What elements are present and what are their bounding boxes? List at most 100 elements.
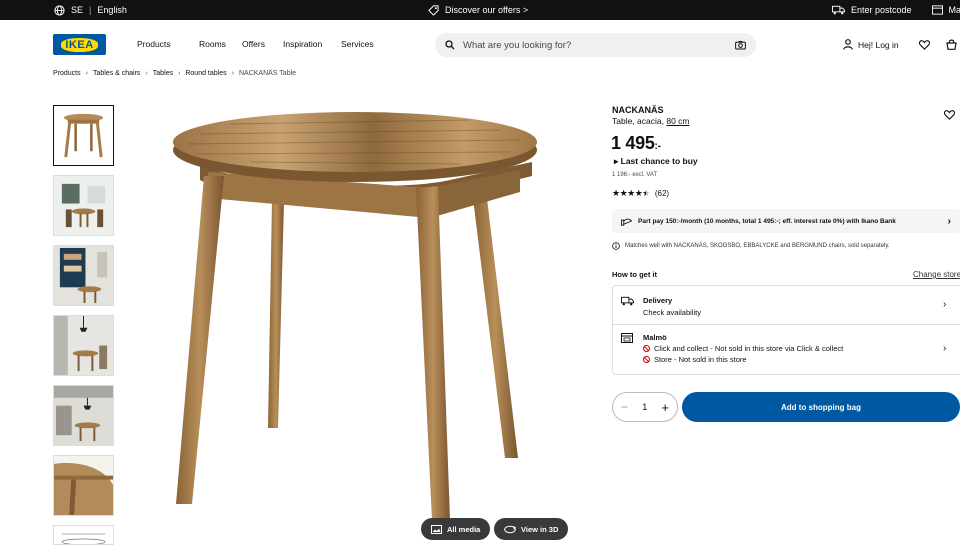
part-pay-chevron-icon: › xyxy=(947,215,951,227)
ikea-logo[interactable]: IKEA xyxy=(53,34,106,55)
unavailable-icon xyxy=(643,356,650,363)
decrease-quantity-button[interactable]: − xyxy=(621,400,628,414)
room-thumb-image xyxy=(54,386,113,445)
review-count: (62) xyxy=(654,189,670,198)
breadcrumb-round-tables[interactable]: Round tables xyxy=(185,70,226,77)
star-rating-icon: ★★★★★ xyxy=(612,188,650,198)
room-thumb-image xyxy=(54,176,113,235)
change-store-link[interactable]: Change store xyxy=(913,270,960,279)
breadcrumb-tables-chairs[interactable]: Tables & chairs xyxy=(93,70,140,77)
all-media-label: All media xyxy=(447,524,481,534)
delivery-title: Delivery xyxy=(643,296,673,305)
breadcrumb: Products › Tables & chairs › Tables › Round… xyxy=(53,70,296,77)
view-3d-button[interactable]: View in 3D xyxy=(494,518,569,540)
delivery-row[interactable]: Delivery Check availability › xyxy=(613,286,960,325)
view-3d-label: View in 3D xyxy=(521,524,559,534)
increase-quantity-button[interactable]: + xyxy=(661,400,669,415)
user-icon xyxy=(843,39,853,50)
all-media-button[interactable]: All media xyxy=(421,518,491,540)
product-type: Table, acacia, xyxy=(612,116,667,126)
thumbnail-detail[interactable] xyxy=(53,455,114,516)
bag-icon[interactable] xyxy=(945,39,957,50)
quantity-value: 1 xyxy=(642,402,648,412)
product-price: 1 495:- xyxy=(611,133,661,154)
info-icon xyxy=(612,242,620,250)
dimension-thumb-image xyxy=(61,533,106,544)
offers-link[interactable]: Discover our offers > xyxy=(428,0,528,20)
nav-inspiration[interactable]: Inspiration xyxy=(283,39,341,49)
nav-services[interactable]: Services xyxy=(341,39,374,49)
last-chance-label: ▸ Last chance to buy xyxy=(614,156,698,166)
store-icon xyxy=(621,333,633,343)
country-code: SE xyxy=(71,5,84,15)
camera-icon[interactable] xyxy=(735,40,746,50)
click-collect-status: Click and collect - Not sold in this sto… xyxy=(643,344,843,353)
part-pay-text: Part pay 150:-/month (10 months, total 1… xyxy=(638,217,896,225)
breadcrumb-chevron-icon: › xyxy=(145,70,148,77)
price-value: 1 495 xyxy=(611,133,655,153)
nav-offers[interactable]: Offers xyxy=(242,39,283,49)
main-product-image[interactable] xyxy=(160,100,580,530)
quantity-stepper[interactable]: − 1 + xyxy=(612,392,678,422)
delivery-chevron-icon: › xyxy=(943,299,947,310)
postcode-link[interactable]: Enter postcode Malmö xyxy=(832,0,960,20)
store-chevron-icon: › xyxy=(943,343,947,354)
thumbnail-room-3[interactable] xyxy=(53,315,114,376)
wood-detail-thumb-image xyxy=(54,456,113,515)
heart-icon[interactable] xyxy=(918,39,930,50)
store-row[interactable]: Malmö Click and collect - Not sold in th… xyxy=(613,325,960,376)
thumbnail-room-4[interactable] xyxy=(53,385,114,446)
search-icon xyxy=(445,40,455,50)
payment-hand-icon xyxy=(621,218,632,226)
truck-icon xyxy=(832,5,845,15)
product-name: NACKANÄS xyxy=(612,105,664,115)
room-thumb-image xyxy=(54,246,113,305)
search-input[interactable]: What are you looking for? xyxy=(435,33,756,57)
top-bar: SE | English Discover our offers > Enter… xyxy=(0,0,960,20)
store-label: Malmö xyxy=(948,5,960,15)
table-image xyxy=(173,112,537,520)
truck-icon xyxy=(621,296,634,306)
product-size-link[interactable]: 80 cm xyxy=(666,116,689,126)
table-thumb-image xyxy=(63,113,104,158)
matches-text: Matches well with NACKANÄS, SKOGSBO, EBB… xyxy=(625,243,890,249)
product-rating[interactable]: ★★★★★ (62) xyxy=(612,188,669,199)
main-nav: Products Rooms Offers Inspiration Servic… xyxy=(137,39,374,49)
thumbnail-room-1[interactable] xyxy=(53,175,114,236)
offers-label: Discover our offers > xyxy=(445,5,529,15)
language-label: English xyxy=(97,5,127,15)
tag-icon xyxy=(428,4,439,16)
nav-rooms[interactable]: Rooms xyxy=(199,39,242,49)
breadcrumb-tables[interactable]: Tables xyxy=(153,70,173,77)
nav-products[interactable]: Products xyxy=(137,39,199,49)
part-pay-banner[interactable]: Part pay 150:-/month (10 months, total 1… xyxy=(612,209,960,233)
search-placeholder: What are you looking for? xyxy=(463,39,572,51)
product-description: Table, acacia, 80 cm xyxy=(612,116,690,126)
click-collect-text: Click and collect - Not sold in this sto… xyxy=(654,344,844,353)
how-to-get-it-heading: How to get it xyxy=(612,270,657,279)
header-actions: Hej! Log in xyxy=(843,39,957,50)
store-title: Malmö xyxy=(643,333,667,342)
thumbnail-product[interactable] xyxy=(53,105,114,166)
breadcrumb-products[interactable]: Products xyxy=(53,70,81,77)
add-to-bag-button[interactable]: Add to shopping bag xyxy=(682,392,960,422)
thumbnail-room-2[interactable] xyxy=(53,245,114,306)
login-button[interactable]: Hej! Log in xyxy=(843,39,899,50)
language-divider: | xyxy=(89,5,92,15)
login-label: Hej! Log in xyxy=(858,39,899,50)
globe-icon xyxy=(54,4,65,16)
favourite-heart-icon[interactable] xyxy=(944,110,955,120)
language-selector[interactable]: SE | English xyxy=(54,0,127,20)
postcode-label: Enter postcode xyxy=(851,5,912,15)
store-icon xyxy=(931,5,943,15)
logo-text: IKEA xyxy=(61,37,98,52)
site-header: IKEA Products Rooms Offers Inspiration S… xyxy=(0,20,960,68)
matches-note: Matches well with NACKANÄS, SKOGSBO, EBB… xyxy=(612,242,890,250)
gallery-icon xyxy=(431,524,442,534)
room-thumb-image xyxy=(54,316,113,375)
last-chance-text: Last chance to buy xyxy=(620,156,698,166)
breadcrumb-current: NACKANÄS Table xyxy=(238,70,297,77)
thumbnail-list xyxy=(53,105,114,554)
thumbnail-dimensions[interactable] xyxy=(53,525,114,545)
price-ex-vat: 1 196:- excl. VAT xyxy=(612,172,658,178)
